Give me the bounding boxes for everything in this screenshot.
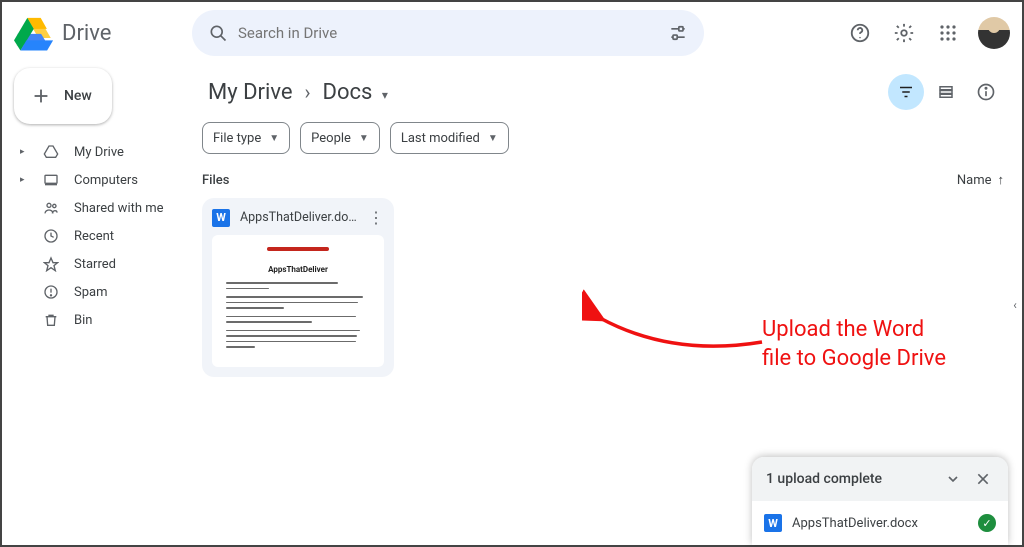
search-input[interactable] <box>238 24 658 42</box>
list-view-icon[interactable] <box>928 74 964 110</box>
search-bar[interactable] <box>192 10 704 56</box>
breadcrumb-current[interactable]: Docs ▾ <box>317 76 394 109</box>
arrow-up-icon: ↑ <box>998 172 1005 188</box>
gear-icon[interactable] <box>884 13 924 53</box>
files-heading: Files <box>202 173 229 188</box>
upload-item-name: AppsThatDeliver.docx <box>792 516 968 531</box>
star-icon <box>42 256 60 272</box>
caret-down-icon: ▼ <box>359 133 369 144</box>
expand-icon[interactable]: ▸ <box>20 147 28 157</box>
caret-down-icon: ▾ <box>382 88 388 102</box>
chip-people[interactable]: People▼ <box>300 122 380 154</box>
success-check-icon: ✓ <box>978 514 996 532</box>
recent-icon <box>42 228 60 244</box>
chip-last-modified[interactable]: Last modified▼ <box>390 122 509 154</box>
file-card-header: W AppsThatDeliver.docx ⋮ <box>202 198 394 235</box>
files-heading-row: Files Name ↑ <box>202 172 1004 188</box>
sidebar-item-label: My Drive <box>74 145 124 160</box>
new-button[interactable]: New <box>14 68 112 124</box>
close-icon[interactable] <box>968 464 998 494</box>
sidebar-item-label: Shared with me <box>74 201 164 216</box>
file-grid: W AppsThatDeliver.docx ⋮ AppsThatDeliver <box>202 198 1004 377</box>
upload-toast-item[interactable]: W AppsThatDeliver.docx ✓ <box>752 501 1008 545</box>
word-file-icon: W <box>212 209 230 227</box>
sidebar-item-starred[interactable]: Starred <box>14 250 174 278</box>
preview-title: AppsThatDeliver <box>226 265 370 274</box>
search-options-icon[interactable] <box>658 13 698 53</box>
shared-icon <box>42 200 60 216</box>
sidebar-item-spam[interactable]: Spam <box>14 278 174 306</box>
app-header: Drive <box>2 2 1022 64</box>
avatar[interactable] <box>978 17 1010 49</box>
mydrive-icon <box>42 144 60 160</box>
help-icon[interactable] <box>840 13 880 53</box>
word-file-icon: W <box>764 514 782 532</box>
preview-redline <box>267 247 329 251</box>
plus-icon <box>30 85 52 107</box>
filter-chips: File type▼ People▼ Last modified▼ <box>202 122 1004 154</box>
drive-logo[interactable]: Drive <box>14 13 184 53</box>
chevron-down-icon[interactable] <box>938 464 968 494</box>
expand-icon[interactable]: ▸ <box>20 175 28 185</box>
drive-triangle-icon <box>14 13 54 53</box>
computers-icon <box>42 172 60 188</box>
new-button-label: New <box>64 88 92 104</box>
more-vert-icon[interactable]: ⋮ <box>368 208 384 227</box>
sidebar-item-computers[interactable]: ▸ Computers <box>14 166 174 194</box>
sidebar-item-shared[interactable]: Shared with me <box>14 194 174 222</box>
bin-icon <box>42 312 60 328</box>
file-card[interactable]: W AppsThatDeliver.docx ⋮ AppsThatDeliver <box>202 198 394 377</box>
sidebar-item-label: Bin <box>74 313 92 328</box>
chevron-right-icon: › <box>305 80 311 104</box>
chip-file-type[interactable]: File type▼ <box>202 122 290 154</box>
header-right <box>840 13 1010 53</box>
file-preview: AppsThatDeliver <box>212 235 384 367</box>
sidebar-item-label: Computers <box>74 173 138 188</box>
breadcrumb: My Drive › Docs ▾ <box>202 76 394 109</box>
product-name: Drive <box>62 21 111 46</box>
sidebar: New ▸ My Drive ▸ Computers Shared with m… <box>2 64 184 545</box>
apps-grid-icon[interactable] <box>928 13 968 53</box>
upload-toast-header: 1 upload complete <box>752 457 1008 501</box>
file-name: AppsThatDeliver.docx <box>240 210 358 225</box>
sidebar-item-recent[interactable]: Recent <box>14 222 174 250</box>
filter-icon[interactable] <box>888 74 924 110</box>
sidebar-item-label: Spam <box>74 285 108 300</box>
sidebar-item-label: Recent <box>74 229 114 244</box>
caret-down-icon: ▼ <box>488 133 498 144</box>
view-tools <box>888 74 1004 110</box>
side-panel-toggle[interactable]: ‹ <box>1008 285 1022 325</box>
sort-button[interactable]: Name ↑ <box>957 172 1004 188</box>
upload-toast: 1 upload complete W AppsThatDeliver.docx… <box>752 457 1008 545</box>
sidebar-item-mydrive[interactable]: ▸ My Drive <box>14 138 174 166</box>
sidebar-item-label: Starred <box>74 257 116 272</box>
spam-icon <box>42 284 60 300</box>
search-icon[interactable] <box>198 13 238 53</box>
upload-toast-title: 1 upload complete <box>766 471 882 487</box>
caret-down-icon: ▼ <box>269 133 279 144</box>
sidebar-item-bin[interactable]: Bin <box>14 306 174 334</box>
breadcrumb-row: My Drive › Docs ▾ <box>202 68 1004 116</box>
info-icon[interactable] <box>968 74 1004 110</box>
breadcrumb-root[interactable]: My Drive <box>202 76 299 109</box>
